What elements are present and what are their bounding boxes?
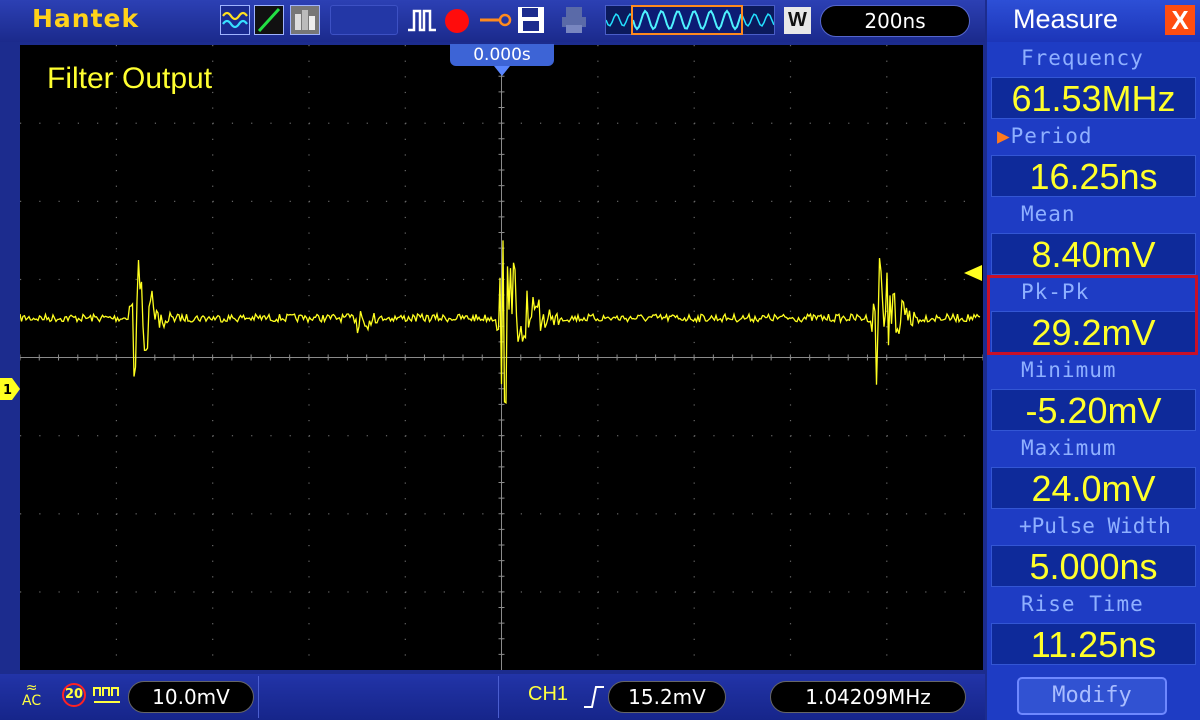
wave-mode-icon[interactable] (220, 5, 250, 35)
status-divider (498, 676, 499, 718)
measure-label-frequency: Frequency (987, 43, 1200, 73)
selected-arrow-icon: ▶ (997, 124, 1011, 148)
probe-icon[interactable] (92, 684, 122, 706)
line-mode-icon[interactable] (254, 5, 284, 35)
ch1-ground-marker-icon[interactable]: 1 (0, 378, 20, 400)
acquire-mode-slot[interactable] (330, 5, 398, 35)
measure-value-minimum[interactable]: -5.20mV (991, 389, 1196, 431)
print-icon[interactable] (560, 5, 588, 35)
measure-label-pulse-width: +Pulse Width (987, 511, 1200, 541)
ch1-marker-label: 1 (3, 383, 12, 398)
measure-label-period-text: Period (1010, 124, 1093, 148)
persist-mode-icon[interactable] (290, 5, 320, 35)
trigger-frequency-display: 1.04209MHz (770, 681, 966, 713)
measure-label-maximum: Maximum (987, 433, 1200, 463)
trigger-position-arrow-icon (494, 66, 510, 76)
measure-value-mean[interactable]: 8.40mV (991, 233, 1196, 275)
trigger-level-marker-icon[interactable] (964, 263, 984, 283)
measure-value-rise-time[interactable]: 11.25ns (991, 623, 1196, 665)
measure-value-frequency[interactable]: 61.53MHz (991, 77, 1196, 119)
measure-value-period[interactable]: 16.25ns (991, 155, 1196, 197)
trigger-source-label[interactable]: CH1 (528, 683, 568, 706)
ch1-waveform-trace (20, 240, 981, 404)
close-icon[interactable]: X (1165, 5, 1195, 35)
modify-button[interactable]: Modify (1017, 677, 1167, 715)
coupling-indicator[interactable]: ≈ AC (22, 681, 42, 709)
rising-edge-icon[interactable] (583, 684, 605, 710)
pulse-icon[interactable] (406, 5, 440, 35)
record-icon[interactable] (445, 9, 469, 33)
trigger-time-position[interactable]: 0.000s (450, 44, 554, 66)
measure-value-pulse-width[interactable]: 5.000ns (991, 545, 1196, 587)
measure-label-period: ▶Period (987, 121, 1200, 151)
save-icon[interactable] (516, 5, 546, 35)
timeline-view-window[interactable] (631, 5, 743, 35)
status-divider (258, 676, 259, 718)
measure-title: Measure (1013, 4, 1119, 34)
measure-value-maximum[interactable]: 24.0mV (991, 467, 1196, 509)
volts-per-div-display[interactable]: 10.0mV (128, 681, 254, 713)
measure-label-minimum: Minimum (987, 355, 1200, 385)
measure-label-rise-time: Rise Time (987, 589, 1200, 619)
timebase-display[interactable]: 200ns (820, 5, 970, 37)
bandwidth-limit-badge[interactable]: 20 (62, 683, 86, 707)
reference-icon[interactable] (478, 5, 514, 35)
measure-label-mean: Mean (987, 199, 1200, 229)
waveform-display[interactable] (20, 45, 983, 670)
pkpk-highlight-box (987, 275, 1198, 355)
brand-logo: Hantek (32, 4, 140, 33)
coupling-label: AC (22, 693, 42, 709)
screen-title: Filter Output (47, 62, 213, 95)
zoom-window-button[interactable]: W (784, 7, 811, 34)
trigger-level-display[interactable]: 15.2mV (608, 681, 726, 713)
